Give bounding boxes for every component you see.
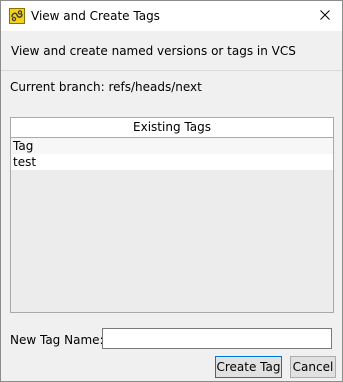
window-title: View and Create Tags xyxy=(31,9,160,23)
close-icon xyxy=(320,9,330,23)
table-header-existing-tags[interactable]: Existing Tags xyxy=(11,118,333,138)
cancel-button[interactable]: Cancel xyxy=(290,356,336,378)
close-button[interactable] xyxy=(308,1,342,31)
new-tag-name-input[interactable] xyxy=(102,328,332,349)
table-row[interactable]: Tag xyxy=(11,138,333,154)
description-panel: View and create named versions or tags i… xyxy=(1,31,342,71)
create-tag-button[interactable]: Create Tag xyxy=(215,356,282,378)
dialog-window: View and Create Tags View and create nam… xyxy=(0,0,343,382)
table-row[interactable]: test xyxy=(11,154,333,170)
description-text: View and create named versions or tags i… xyxy=(11,44,296,58)
tag-app-icon xyxy=(9,8,25,24)
existing-tags-table[interactable]: Existing Tags Tag test xyxy=(10,117,334,313)
table-body: Tag test xyxy=(11,138,333,170)
new-tag-name-label: New Tag Name: xyxy=(10,333,104,347)
title-bar[interactable]: View and Create Tags xyxy=(1,1,342,31)
current-branch-label: Current branch: refs/heads/next xyxy=(10,80,202,94)
